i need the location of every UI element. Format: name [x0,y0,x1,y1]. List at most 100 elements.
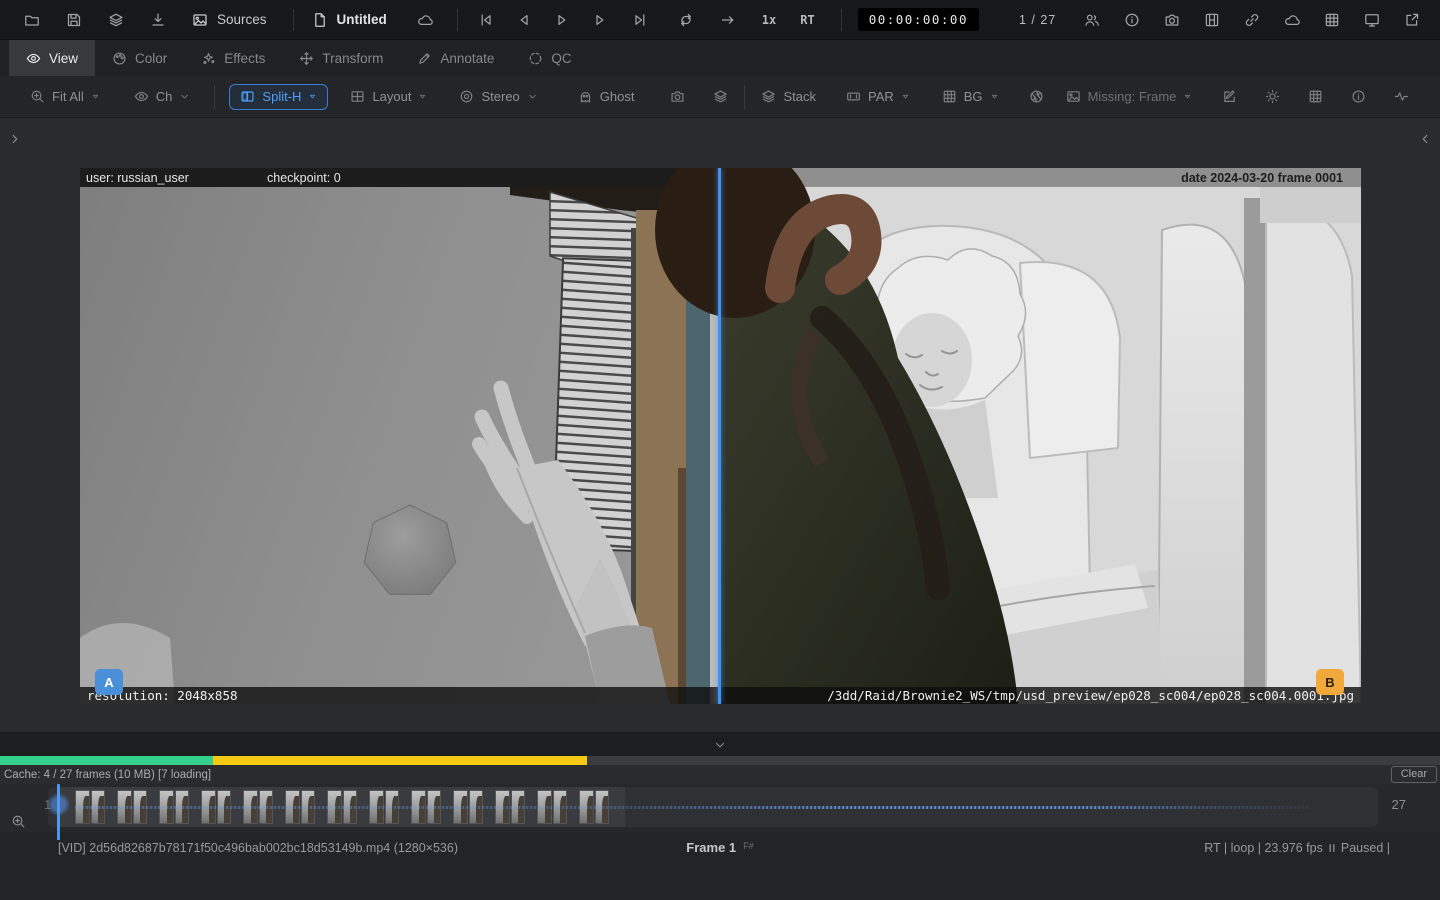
cloud-sync-button[interactable] [417,12,433,28]
tab-color[interactable]: Color [95,40,184,76]
download-button[interactable] [150,12,166,28]
tab-qc[interactable]: QC [511,40,588,76]
timecode-display[interactable]: 00:00:00:00 [858,8,979,31]
timeline-zoom-button[interactable] [11,814,26,829]
layer-stack-button[interactable] [713,89,728,104]
par-label: PAR [868,89,894,104]
ghost-label: Ghost [600,89,635,104]
status-bar: [VID] 2d56d82687b78171f50c496bab002bc18d… [0,832,1440,876]
open-button[interactable] [24,12,40,28]
playhead-tick [57,832,60,840]
goto-start-button[interactable] [478,12,494,28]
cloud-button[interactable] [1284,12,1300,28]
info-icon [1351,89,1366,104]
collaborators-button[interactable] [1084,12,1100,28]
sources-button[interactable]: Sources [192,12,267,28]
realtime-button[interactable]: RT [800,13,814,27]
image-viewport[interactable]: user: russian_user checkpoint: 0 date 20… [80,168,1361,704]
frame-indicator[interactable]: Frame 1 F# [686,840,753,855]
layout-button[interactable]: Layout [350,89,427,104]
missing-frame-label: Missing: Frame [1088,89,1177,104]
split-mode-button[interactable]: Split-H [229,84,328,110]
capture-button[interactable] [670,89,685,104]
bg-label: BG [964,89,983,104]
timeline[interactable]: 1 27 [0,784,1440,832]
magnifier-plus-icon [11,814,26,829]
step-back-button[interactable] [516,12,532,28]
snapshot-button[interactable] [1164,12,1180,28]
session-button[interactable]: Untitled [312,12,387,28]
stack-button[interactable]: Stack [761,89,816,104]
loop-mode-button[interactable] [678,12,694,28]
save-icon [66,12,82,28]
tab-annotate[interactable]: Annotate [400,40,511,76]
grid-view-button[interactable] [1324,12,1340,28]
target-icon [459,89,474,104]
paused-label: Paused | [1341,841,1390,855]
cache-status-row: Cache: 4 / 27 frames (10 MB) [7 loading]… [0,765,1440,784]
triangle-left-icon [516,12,532,28]
info-icon [1124,12,1140,28]
ghost-button[interactable]: Ghost [578,89,635,104]
expand-left-panel-button[interactable] [8,132,22,146]
play-direction-button[interactable] [720,12,736,28]
layers-button[interactable] [108,12,124,28]
par-button[interactable]: PAR [846,89,910,104]
viewer-stage: user: russian_user checkpoint: 0 date 20… [0,118,1440,756]
info-button[interactable] [1124,12,1140,28]
aperture-icon [1029,89,1044,104]
playback-info-text: RT | loop | 23.976 fps [1204,841,1323,855]
split-view-icon [240,89,255,104]
expand-right-panel-button[interactable] [1418,132,1432,146]
caret-down-icon [901,92,910,101]
chevron-left-icon [1418,132,1432,146]
session-title: Untitled [337,12,387,27]
download-icon [150,12,166,28]
playhead[interactable] [57,784,60,832]
split-label: Split-H [262,89,301,104]
arrow-right-icon [720,12,736,28]
link-button[interactable] [1244,12,1260,28]
view-toolbar: Fit All Ch Split-H Layout Stereo Ghost S… [0,76,1440,118]
speed-button[interactable]: 1x [762,13,776,27]
tab-transform[interactable]: Transform [282,40,400,76]
pixel-grid-button[interactable] [1308,89,1323,104]
split-wipe-handle[interactable] [718,168,721,704]
clear-cache-button[interactable]: Clear [1391,766,1437,783]
stack-label: Stack [783,89,816,104]
divider [293,9,294,31]
stereo-button[interactable]: Stereo [459,89,537,104]
skip-to-start-icon [478,12,494,28]
goto-end-button[interactable] [632,12,648,28]
annotate-edit-button[interactable] [1222,89,1237,104]
cloud-icon [417,12,433,28]
compare-a-badge[interactable]: A [95,669,123,695]
chevron-down-icon [527,91,538,102]
collapse-viewer-button[interactable] [713,738,727,752]
aperture-button[interactable] [1029,89,1044,104]
tab-label: Annotate [440,51,494,66]
fit-all-button[interactable]: Fit All [30,89,100,104]
tab-label: Color [135,51,167,66]
scopes-button[interactable] [1394,89,1409,104]
burnin-file-path: /3dd/Raid/Brownie2_WS/tmp/usd_preview/ep… [827,688,1354,703]
fit-all-label: Fit All [52,89,84,104]
brightness-button[interactable] [1265,89,1280,104]
waveform-icon [1394,89,1409,104]
cache-loaded-segment [0,756,213,765]
stack-icon [761,89,776,104]
save-button[interactable] [66,12,82,28]
pop-out-button[interactable] [1404,12,1420,28]
compare-b-badge[interactable]: B [1316,669,1344,695]
step-forward-button[interactable] [592,12,608,28]
missing-frame-button[interactable]: Missing: Frame [1066,89,1193,104]
channel-button[interactable]: Ch [134,89,191,104]
stereo-label: Stereo [481,89,519,104]
metadata-button[interactable] [1351,89,1366,104]
media-button[interactable] [1204,12,1220,28]
tab-view[interactable]: View [9,40,95,76]
bg-button[interactable]: BG [942,89,999,104]
play-button[interactable] [554,12,570,28]
tab-effects[interactable]: Effects [184,40,282,76]
presentation-button[interactable] [1364,12,1380,28]
